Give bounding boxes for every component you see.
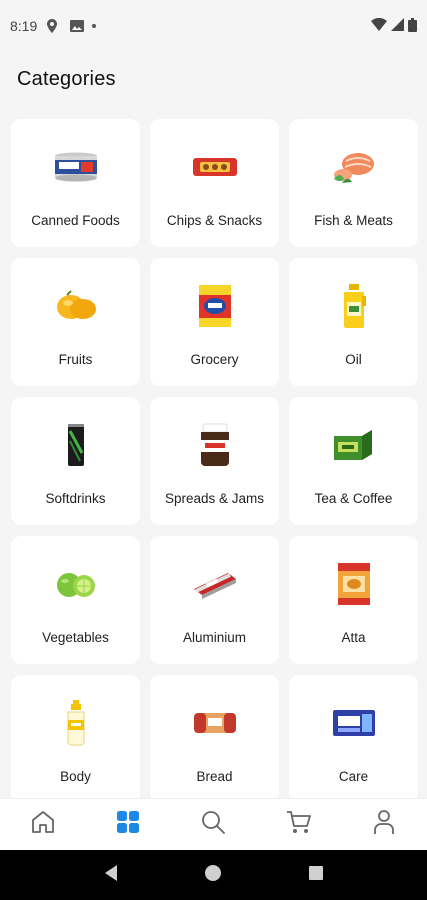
category-card-fish-meats[interactable]: Fish & Meats: [289, 119, 418, 247]
category-label: Fruits: [58, 352, 93, 367]
category-label: Vegetables: [42, 630, 109, 645]
snack-pack-icon: [190, 145, 240, 189]
category-card-care[interactable]: Care: [289, 675, 418, 799]
back-triangle-icon: [103, 864, 119, 887]
battery-icon: [408, 17, 417, 35]
category-label: Atta: [341, 630, 366, 645]
system-recents-button[interactable]: [301, 860, 331, 890]
status-bar: 8:19: [0, 0, 427, 52]
cell-signal-icon: [391, 18, 404, 34]
category-label: Body: [60, 769, 91, 784]
oil-bottle-icon: [329, 284, 379, 328]
category-label: Aluminium: [182, 630, 247, 645]
category-card-grocery[interactable]: Grocery: [150, 258, 279, 386]
home-circle-icon: [204, 864, 222, 887]
person-icon: [372, 809, 396, 840]
location-pin-icon: [46, 19, 60, 33]
category-label: Chips & Snacks: [166, 213, 263, 228]
lotion-bottle-icon: [51, 700, 101, 746]
category-card-softdrinks[interactable]: Softdrinks: [11, 397, 140, 525]
category-card-aluminium[interactable]: Aluminium: [150, 536, 279, 664]
foil-roll-icon: [190, 562, 240, 606]
category-grid: Canned Foods Chips & Snacks Fish & Meats…: [11, 119, 418, 799]
category-card-chips-snacks[interactable]: Chips & Snacks: [150, 119, 279, 247]
home-icon: [30, 809, 56, 840]
more-notifications-dot: [92, 24, 97, 28]
nav-cart[interactable]: [279, 805, 319, 845]
bread-loaf-icon: [190, 701, 240, 745]
system-navigation-bar: [0, 850, 427, 900]
system-back-button[interactable]: [96, 860, 126, 890]
category-label: Canned Foods: [31, 213, 120, 228]
recents-square-icon: [308, 865, 324, 886]
system-home-button[interactable]: [198, 860, 228, 890]
category-card-bread[interactable]: Bread: [150, 675, 279, 799]
lime-icon: [51, 562, 101, 606]
category-label: Tea & Coffee: [314, 491, 393, 506]
cart-icon: [285, 809, 313, 840]
page-title: Categories: [17, 68, 116, 90]
flour-bag-icon: [329, 562, 379, 606]
nav-search[interactable]: [193, 805, 233, 845]
search-icon: [200, 809, 226, 840]
category-card-vegetables[interactable]: Vegetables: [11, 536, 140, 664]
category-card-tea-coffee[interactable]: Tea & Coffee: [289, 397, 418, 525]
category-grid-scroll[interactable]: Canned Foods Chips & Snacks Fish & Meats…: [11, 119, 418, 799]
category-card-canned-foods[interactable]: Canned Foods: [11, 119, 140, 247]
category-label: Care: [338, 769, 369, 784]
category-label: Fish & Meats: [314, 213, 393, 228]
detergent-pack-icon: [190, 284, 240, 328]
care-pack-icon: [329, 701, 379, 745]
grid-icon: [115, 809, 141, 840]
soda-can-icon: [51, 423, 101, 467]
nav-home[interactable]: [23, 805, 63, 845]
category-label: Oil: [345, 352, 362, 367]
category-label: Spreads & Jams: [164, 491, 265, 506]
category-card-oil[interactable]: Oil: [289, 258, 418, 386]
fish-icon: [329, 145, 379, 189]
category-label: Grocery: [190, 352, 239, 367]
bottom-navigation: [0, 798, 427, 850]
nav-profile[interactable]: [364, 805, 404, 845]
category-card-spreads-jams[interactable]: Spreads & Jams: [150, 397, 279, 525]
tea-box-icon: [329, 423, 379, 467]
category-card-body[interactable]: Body: [11, 675, 140, 799]
category-label: Bread: [196, 769, 233, 784]
wifi-icon: [371, 17, 387, 34]
category-card-fruits[interactable]: Fruits: [11, 258, 140, 386]
category-label: Softdrinks: [45, 491, 106, 506]
canned-food-icon: [51, 145, 101, 189]
clock: 8:19: [10, 18, 38, 34]
mango-icon: [51, 284, 101, 328]
spread-jar-icon: [190, 423, 240, 467]
category-card-atta[interactable]: Atta: [289, 536, 418, 664]
nav-categories[interactable]: [108, 805, 148, 845]
gallery-notification-icon: [69, 19, 85, 33]
